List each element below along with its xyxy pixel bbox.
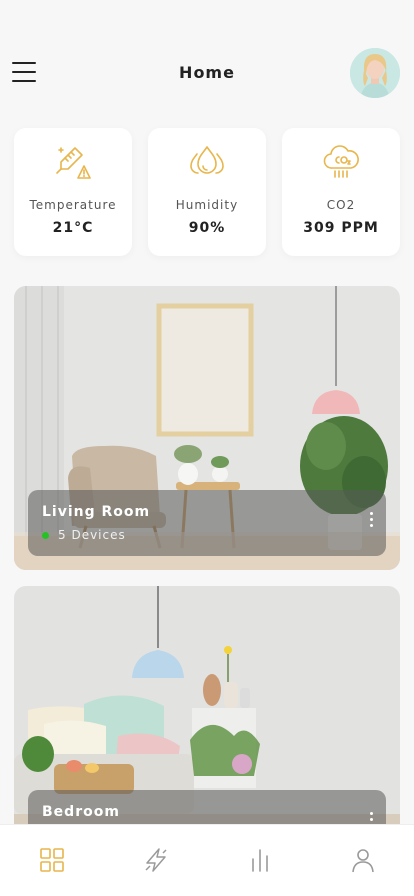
stat-value: 90% (188, 220, 226, 236)
lightning-icon[interactable] (143, 847, 169, 873)
stat-value: 21°C (52, 220, 94, 236)
bar-chart-icon[interactable] (247, 847, 273, 873)
room-card-living-room[interactable]: Living Room 5 Devices (14, 286, 400, 570)
more-options-icon[interactable] (366, 512, 376, 534)
sensor-stats: Temperature 21°C Humidity 90% CO2 309 PP… (14, 128, 400, 256)
profile-icon[interactable] (350, 847, 376, 873)
stat-label: Temperature (29, 198, 117, 212)
co2-card[interactable]: CO2 309 PPM (282, 128, 400, 256)
stat-label: Humidity (175, 198, 239, 212)
stat-value: 309 PPM (303, 220, 379, 236)
room-name: Living Room (42, 504, 151, 520)
room-info-overlay: Living Room 5 Devices (28, 490, 386, 556)
bottom-tab-bar (0, 824, 414, 896)
humidity-card[interactable]: Humidity 90% (148, 128, 266, 256)
thermometer-icon (56, 147, 91, 179)
temperature-card[interactable]: Temperature 21°C (14, 128, 132, 256)
humidity-drops-icon (190, 146, 224, 174)
room-name: Bedroom (42, 804, 120, 820)
app-header: Home (0, 44, 414, 104)
status-online-indicator (42, 532, 49, 539)
room-device-count: 5 Devices (58, 528, 126, 542)
grid-icon[interactable] (39, 847, 65, 873)
stat-label: CO2 (326, 198, 356, 212)
co2-cloud-icon (323, 145, 359, 178)
avatar[interactable] (350, 48, 400, 98)
